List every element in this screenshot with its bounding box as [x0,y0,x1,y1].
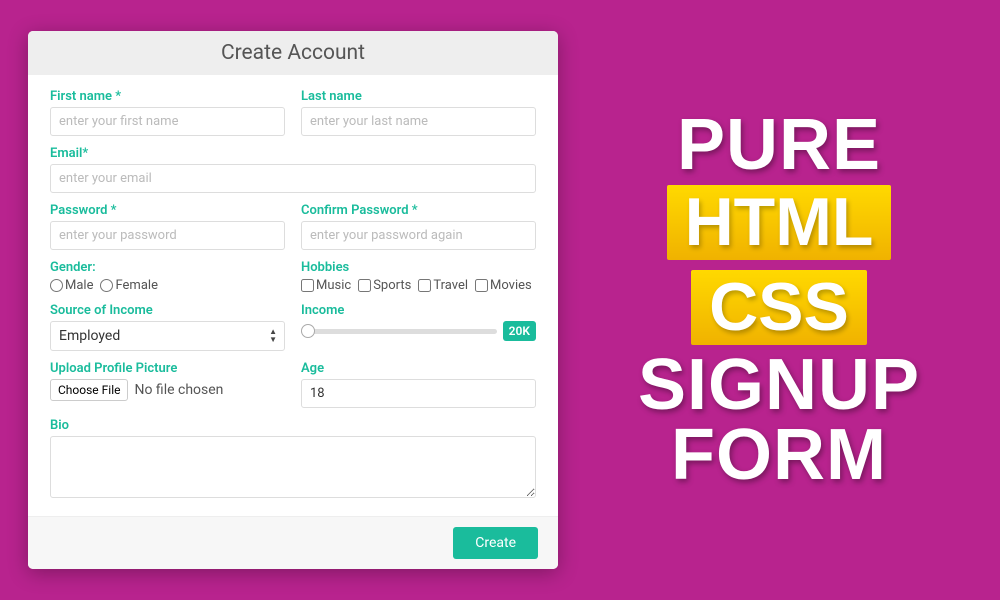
gender-male-option[interactable]: Male [50,278,93,293]
password-input[interactable] [50,221,285,250]
bio-textarea[interactable] [50,436,536,498]
password-label: Password * [50,203,285,218]
form-title: Create Account [28,31,558,75]
email-input[interactable] [50,164,536,193]
upload-label: Upload Profile Picture [50,361,285,376]
create-account-card: Create Account First name * Last name Em… [28,31,558,569]
first-name-label: First name * [50,89,285,104]
income-label: Income [301,303,536,318]
income-slider[interactable] [301,329,497,334]
hobby-travel-text: Travel [433,278,468,293]
first-name-input[interactable] [50,107,285,136]
promo-line-signup: SIGNUP [638,351,920,419]
gender-female-option[interactable]: Female [100,278,157,293]
hobby-sports-checkbox[interactable] [358,279,371,292]
gender-label: Gender: [50,260,285,275]
hobby-music-option[interactable]: Music [301,278,351,293]
hobby-movies-option[interactable]: Movies [475,278,532,293]
hobby-travel-checkbox[interactable] [418,279,431,292]
hobby-movies-checkbox[interactable] [475,279,488,292]
confirm-password-input[interactable] [301,221,536,250]
hobby-sports-option[interactable]: Sports [358,278,411,293]
promo-line-pure: PURE [677,111,881,179]
hobbies-label: Hobbies [301,260,536,275]
create-button[interactable]: Create [453,527,538,559]
last-name-label: Last name [301,89,536,104]
bio-label: Bio [50,418,536,433]
gender-male-text: Male [65,278,93,293]
source-income-label: Source of Income [50,303,285,318]
hobby-music-text: Music [316,278,351,293]
confirm-password-label: Confirm Password * [301,203,536,218]
promo-line-form: FORM [671,421,887,489]
gender-male-radio[interactable] [50,279,63,292]
email-label: Email* [50,146,536,161]
hobbies-options: Music Sports Travel Movies [301,278,536,293]
file-status-text: No file chosen [134,382,223,398]
hobby-sports-text: Sports [373,278,411,293]
promo-badge-html: HTML [667,185,892,260]
gender-female-radio[interactable] [100,279,113,292]
hobby-travel-option[interactable]: Travel [418,278,468,293]
choose-file-button[interactable]: Choose File [50,379,128,401]
form-body: First name * Last name Email* Password *… [28,75,558,516]
gender-female-text: Female [115,278,157,293]
age-label: Age [301,361,536,376]
gender-options: Male Female [50,278,285,293]
source-income-select[interactable]: Employed [50,321,285,351]
promo-panel: PURE HTML CSS SIGNUP FORM [558,111,1000,490]
hobby-music-checkbox[interactable] [301,279,314,292]
income-value-badge: 20K [503,321,536,341]
age-input[interactable] [301,379,536,408]
promo-badge-css: CSS [691,270,867,345]
hobby-movies-text: Movies [490,278,532,293]
last-name-input[interactable] [301,107,536,136]
form-footer: Create [28,516,558,569]
